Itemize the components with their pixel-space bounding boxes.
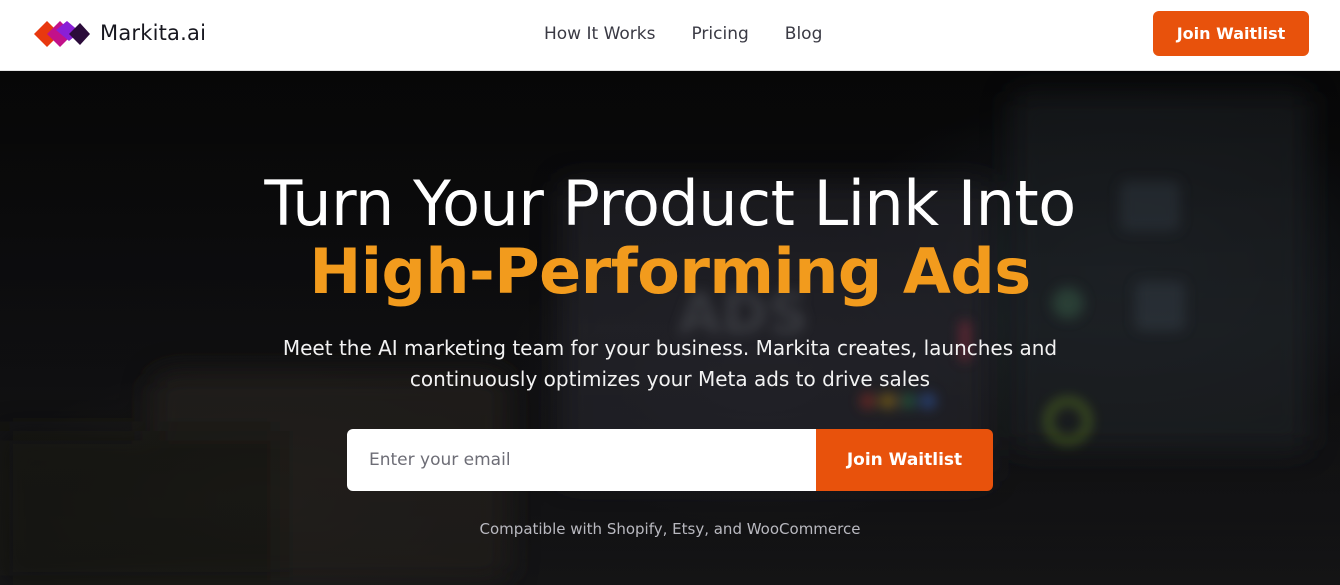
waitlist-form: Join Waitlist — [347, 429, 993, 491]
nav-how-it-works[interactable]: How It Works — [544, 22, 655, 46]
nav-pricing[interactable]: Pricing — [691, 22, 748, 46]
join-waitlist-button[interactable]: Join Waitlist — [816, 429, 993, 491]
brand-home-link[interactable]: Markita.ai — [34, 18, 206, 48]
hero-overlay — [0, 71, 1340, 585]
hero-headline-accent: High-Performing Ads — [309, 235, 1031, 308]
email-input[interactable] — [347, 429, 816, 491]
markita-logo-icon — [34, 21, 90, 47]
join-waitlist-header-button[interactable]: Join Waitlist — [1153, 11, 1309, 56]
main-nav: How It Works Pricing Blog — [544, 22, 822, 46]
hero-subtext: Meet the AI marketing team for your busi… — [282, 336, 1058, 391]
nav-blog[interactable]: Blog — [785, 22, 823, 46]
compatibility-note: Compatible with Shopify, Etsy, and WooCo… — [479, 520, 861, 538]
hero-headline: Turn Your Product Link Into — [264, 167, 1076, 240]
brand-name: Markita.ai — [100, 21, 207, 45]
hero-section: ADS Turn Your Product Link Into High-Per… — [0, 71, 1340, 585]
top-nav-bar: Markita.ai How It Works Pricing Blog Joi… — [0, 0, 1340, 71]
